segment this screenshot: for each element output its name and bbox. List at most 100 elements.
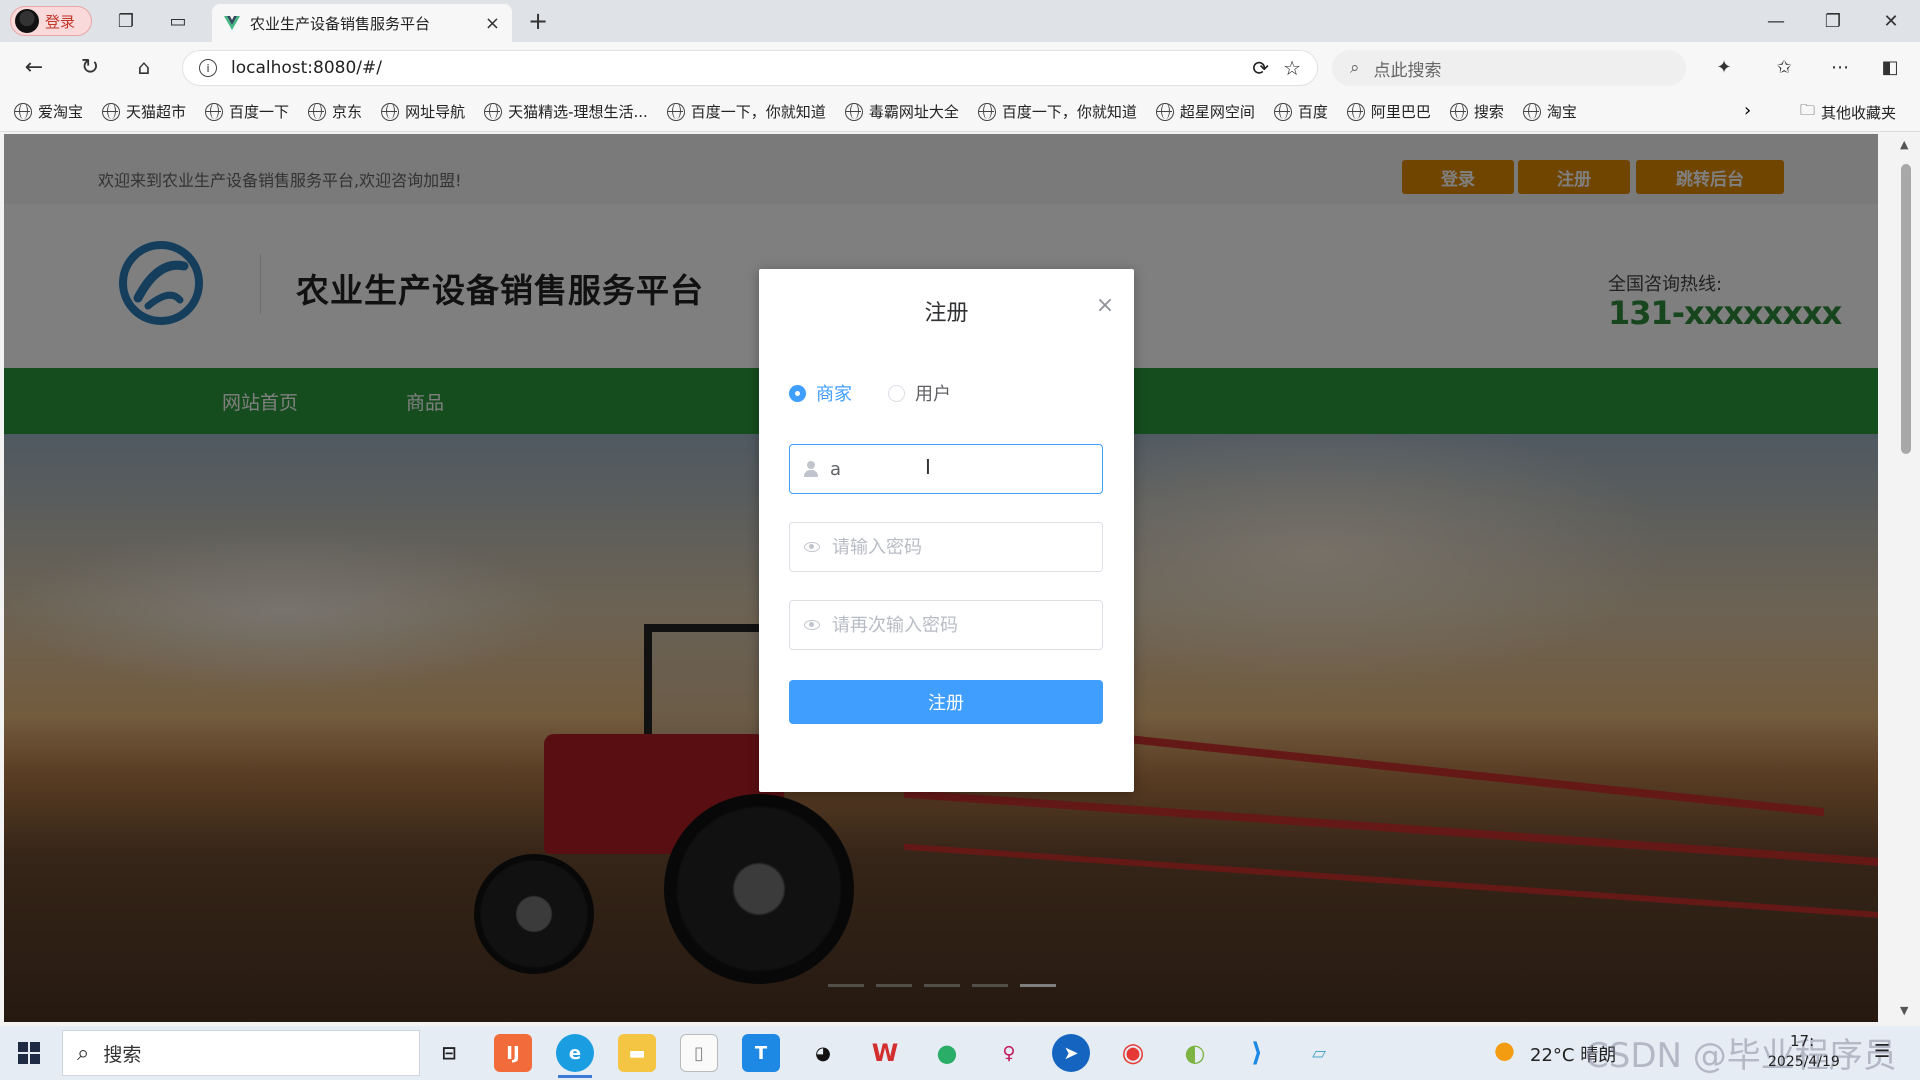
- extensions-icon[interactable]: ✦: [1710, 53, 1738, 81]
- password-input[interactable]: [830, 535, 1070, 559]
- radio-unchecked-icon: [888, 384, 905, 402]
- password-field[interactable]: [789, 522, 1103, 572]
- username-input[interactable]: [828, 457, 1068, 481]
- page-scrollbar[interactable]: ▲ ▼: [1896, 134, 1916, 1022]
- bookmark-item[interactable]: 超星网空间: [1155, 101, 1255, 122]
- chrome-icon[interactable]: ◉: [1114, 1034, 1152, 1072]
- avatar-app-icon[interactable]: ♀: [990, 1034, 1028, 1072]
- text-cursor-icon: I: [925, 455, 931, 479]
- profile-button[interactable]: 登录: [10, 6, 92, 36]
- globe-icon: [102, 102, 121, 121]
- tablet-app-icon[interactable]: ▱: [1300, 1034, 1338, 1072]
- new-tab-button[interactable]: +: [524, 7, 552, 35]
- workspaces-icon[interactable]: ❐: [112, 7, 140, 35]
- intellij-icon[interactable]: IJ: [494, 1034, 532, 1072]
- bookmarks-bar: 爱淘宝 天猫超市 百度一下 京东 网址导航 天猫精选-理想生活... 百度一下，…: [0, 92, 1920, 132]
- globe-icon: [308, 102, 327, 121]
- snipaste-icon[interactable]: ◐: [1176, 1034, 1214, 1072]
- other-bookmarks-folder[interactable]: 🗀 其他收藏夹: [1800, 92, 1896, 132]
- scroll-down-icon[interactable]: ▼: [1900, 1004, 1908, 1017]
- radio-merchant[interactable]: 商家: [789, 380, 852, 406]
- bookmark-item[interactable]: 百度一下，你就知道: [977, 101, 1137, 122]
- confirm-password-input[interactable]: [830, 613, 1070, 637]
- tab-actions-icon[interactable]: ▭: [164, 7, 192, 35]
- task-view-icon[interactable]: ⊟: [430, 1034, 468, 1072]
- minimize-icon[interactable]: —: [1762, 7, 1790, 35]
- bookmark-item[interactable]: 网址导航: [381, 101, 465, 122]
- weather-sun-icon[interactable]: ●: [1494, 1036, 1515, 1064]
- register-submit-button[interactable]: 注册: [789, 680, 1103, 724]
- folder-icon: 🗀: [1800, 100, 1816, 119]
- file-explorer-icon[interactable]: ▬: [618, 1034, 656, 1072]
- avatar: [15, 9, 39, 33]
- clock-date[interactable]: 2025/4/19: [1768, 1054, 1840, 1070]
- tab-active[interactable]: 农业生产设备销售服务平台 ×: [212, 4, 512, 42]
- dialog-title: 注册: [924, 301, 969, 326]
- tab-title: 农业生产设备销售服务平台: [250, 14, 431, 33]
- taskbar-search[interactable]: ⌕ 搜索: [62, 1030, 420, 1076]
- globe-icon: [977, 102, 996, 121]
- close-icon[interactable]: ×: [1094, 295, 1116, 317]
- windows-start-icon[interactable]: [18, 1042, 40, 1064]
- bookmark-item[interactable]: 百度一下: [205, 101, 289, 122]
- scroll-up-icon[interactable]: ▲: [1900, 138, 1908, 151]
- bookmark-item[interactable]: 天猫精选-理想生活...: [484, 101, 648, 122]
- edge-browser-icon[interactable]: e: [556, 1034, 594, 1078]
- read-aloud-icon[interactable]: ⟳: [1252, 56, 1269, 80]
- wechat-icon[interactable]: ●: [928, 1034, 966, 1072]
- back-icon[interactable]: ←: [20, 53, 48, 81]
- role-radio-group: 商家 用户: [789, 380, 951, 406]
- vue-logo-icon: [224, 15, 240, 31]
- favorites-icon[interactable]: ✩: [1770, 53, 1798, 81]
- bookmark-item[interactable]: 淘宝: [1522, 101, 1577, 122]
- globe-icon: [1449, 102, 1468, 121]
- globe-icon: [14, 102, 32, 121]
- globe-icon: [205, 102, 224, 121]
- confirm-password-field[interactable]: [789, 600, 1103, 650]
- vscode-icon[interactable]: ⟩: [1238, 1034, 1276, 1072]
- radio-user[interactable]: 用户: [888, 380, 951, 406]
- notepad-icon[interactable]: ▯: [680, 1034, 718, 1072]
- globe-icon: [1346, 102, 1365, 121]
- scrollbar-thumb[interactable]: [1901, 164, 1911, 454]
- bookmark-item[interactable]: 毒霸网址大全: [844, 101, 959, 122]
- refresh-icon[interactable]: ↻: [76, 53, 104, 81]
- sidebar-toggle-icon[interactable]: ◧: [1876, 53, 1904, 81]
- wps-icon[interactable]: W: [866, 1034, 904, 1072]
- globe-icon: [1522, 102, 1541, 121]
- qq-icon[interactable]: ◕: [804, 1034, 842, 1072]
- eye-icon: [804, 542, 820, 552]
- browser-tab-bar: 登录 ❐ ▭ 农业生产设备销售服务平台 × + — ❐ ✕: [0, 0, 1920, 42]
- restore-icon[interactable]: ❐: [1819, 7, 1847, 35]
- username-field[interactable]: [789, 444, 1103, 494]
- radio-checked-icon: [789, 384, 806, 402]
- search-icon: ⌕: [1350, 58, 1360, 78]
- browser-search-box[interactable]: ⌕ 点此搜索: [1332, 50, 1686, 86]
- address-row: ← ↻ ⌂ i localhost:8080/#/ ⟳ ☆ ⌕ 点此搜索 ✦ ✩…: [0, 42, 1920, 92]
- bookmark-item[interactable]: 搜索: [1449, 101, 1504, 122]
- bookmark-item[interactable]: 京东: [308, 101, 362, 122]
- home-icon[interactable]: ⌂: [130, 53, 158, 81]
- globe-icon: [666, 102, 685, 121]
- profile-label: 登录: [45, 12, 76, 31]
- feishu-icon[interactable]: ➤: [1052, 1034, 1090, 1072]
- taskbar-search-label: 搜索: [103, 1043, 142, 1066]
- register-dialog: 注册 × 商家 用户 注册: [759, 269, 1134, 792]
- bookmarks-overflow-icon[interactable]: ›: [1744, 100, 1751, 121]
- address-bar[interactable]: i localhost:8080/#/ ⟳ ☆: [182, 50, 1318, 86]
- favorite-star-icon[interactable]: ☆: [1283, 56, 1301, 80]
- more-menu-icon[interactable]: ⋯: [1826, 53, 1854, 81]
- tab-close-icon[interactable]: ×: [485, 13, 500, 34]
- site-info-icon[interactable]: i: [199, 59, 217, 77]
- bookmark-item[interactable]: 百度: [1273, 101, 1328, 122]
- bookmark-item[interactable]: 爱淘宝: [14, 101, 83, 122]
- bookmark-item[interactable]: 阿里巴巴: [1346, 101, 1431, 122]
- todesk-icon[interactable]: T: [742, 1034, 780, 1072]
- search-icon: ⌕: [77, 1040, 90, 1066]
- clock-time[interactable]: 17:: [1790, 1032, 1814, 1050]
- bookmark-item[interactable]: 百度一下，你就知道: [666, 101, 826, 122]
- bookmark-item[interactable]: 天猫超市: [102, 101, 186, 122]
- close-window-icon[interactable]: ✕: [1877, 7, 1905, 35]
- notification-icon[interactable]: ☰: [1874, 1041, 1890, 1062]
- watermark: CSDN @毕业程序员: [1585, 1036, 1897, 1076]
